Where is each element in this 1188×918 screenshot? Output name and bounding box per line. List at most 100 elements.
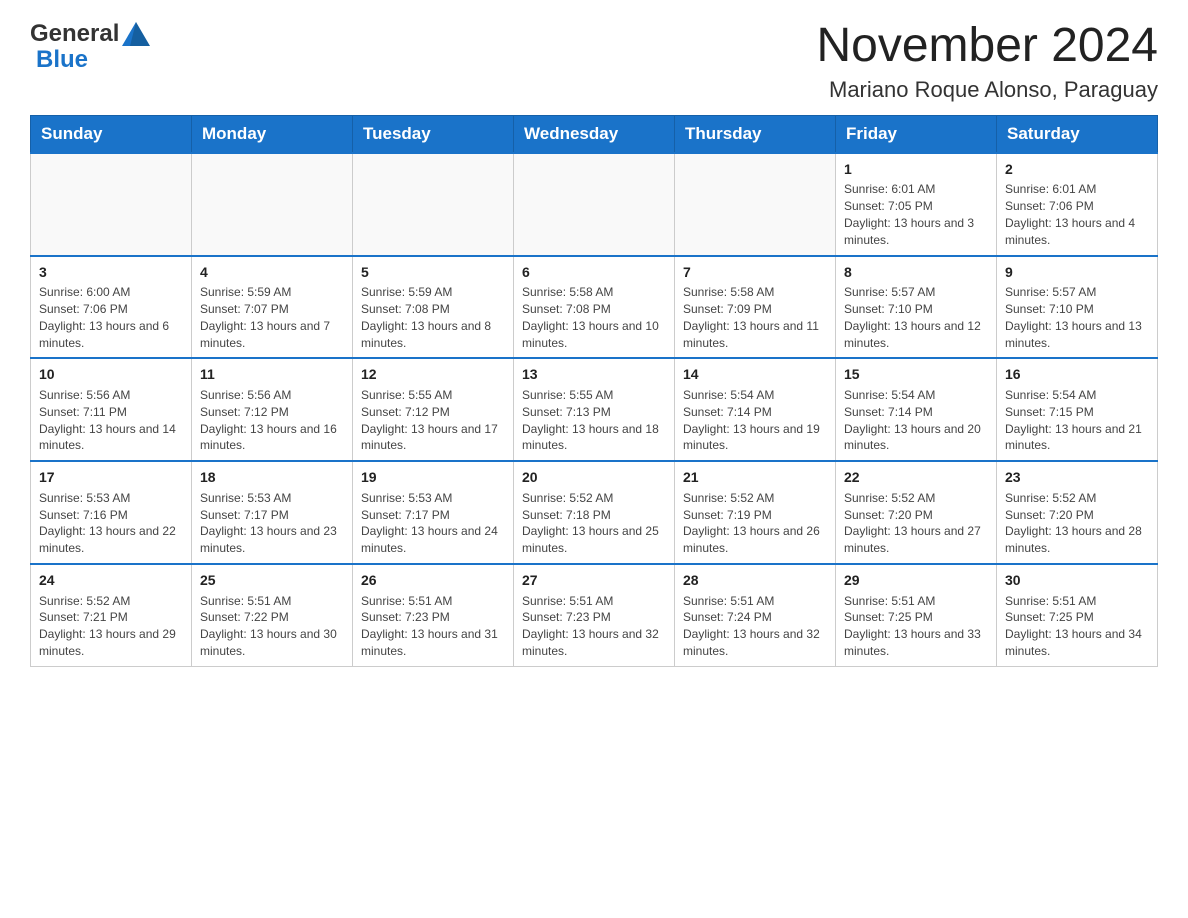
day-number: 9 xyxy=(1005,263,1149,283)
day-header-sunday: Sunday xyxy=(31,115,192,153)
day-number: 1 xyxy=(844,160,988,180)
calendar-cell: 3Sunrise: 6:00 AMSunset: 7:06 PMDaylight… xyxy=(31,256,192,359)
calendar-cell xyxy=(514,153,675,256)
calendar-cell: 13Sunrise: 5:55 AMSunset: 7:13 PMDayligh… xyxy=(514,358,675,461)
calendar-cell: 26Sunrise: 5:51 AMSunset: 7:23 PMDayligh… xyxy=(353,564,514,666)
day-info: Sunrise: 5:56 AMSunset: 7:11 PMDaylight:… xyxy=(39,387,183,454)
day-info: Sunrise: 5:51 AMSunset: 7:22 PMDaylight:… xyxy=(200,593,344,660)
page-header: General Blue November 2024 Mariano Roque… xyxy=(30,20,1158,103)
calendar-cell: 22Sunrise: 5:52 AMSunset: 7:20 PMDayligh… xyxy=(836,461,997,564)
day-number: 11 xyxy=(200,365,344,385)
day-info: Sunrise: 5:53 AMSunset: 7:16 PMDaylight:… xyxy=(39,490,183,557)
logo-general-text: General xyxy=(30,20,119,48)
calendar-cell: 25Sunrise: 5:51 AMSunset: 7:22 PMDayligh… xyxy=(192,564,353,666)
day-info: Sunrise: 5:55 AMSunset: 7:13 PMDaylight:… xyxy=(522,387,666,454)
calendar-cell: 16Sunrise: 5:54 AMSunset: 7:15 PMDayligh… xyxy=(997,358,1158,461)
day-number: 23 xyxy=(1005,468,1149,488)
calendar-cell xyxy=(353,153,514,256)
calendar-cell: 1Sunrise: 6:01 AMSunset: 7:05 PMDaylight… xyxy=(836,153,997,256)
day-number: 3 xyxy=(39,263,183,283)
calendar-cell: 4Sunrise: 5:59 AMSunset: 7:07 PMDaylight… xyxy=(192,256,353,359)
calendar-cell: 11Sunrise: 5:56 AMSunset: 7:12 PMDayligh… xyxy=(192,358,353,461)
day-number: 7 xyxy=(683,263,827,283)
day-header-wednesday: Wednesday xyxy=(514,115,675,153)
day-number: 12 xyxy=(361,365,505,385)
calendar-week-row: 10Sunrise: 5:56 AMSunset: 7:11 PMDayligh… xyxy=(31,358,1158,461)
day-number: 16 xyxy=(1005,365,1149,385)
day-info: Sunrise: 5:54 AMSunset: 7:15 PMDaylight:… xyxy=(1005,387,1149,454)
day-info: Sunrise: 6:01 AMSunset: 7:06 PMDaylight:… xyxy=(1005,181,1149,248)
calendar-header-row: SundayMondayTuesdayWednesdayThursdayFrid… xyxy=(31,115,1158,153)
day-info: Sunrise: 5:59 AMSunset: 7:07 PMDaylight:… xyxy=(200,284,344,351)
day-info: Sunrise: 5:54 AMSunset: 7:14 PMDaylight:… xyxy=(844,387,988,454)
logo: General Blue xyxy=(30,20,150,74)
day-header-tuesday: Tuesday xyxy=(353,115,514,153)
calendar-cell: 30Sunrise: 5:51 AMSunset: 7:25 PMDayligh… xyxy=(997,564,1158,666)
day-info: Sunrise: 5:53 AMSunset: 7:17 PMDaylight:… xyxy=(361,490,505,557)
calendar-cell: 24Sunrise: 5:52 AMSunset: 7:21 PMDayligh… xyxy=(31,564,192,666)
day-info: Sunrise: 5:52 AMSunset: 7:20 PMDaylight:… xyxy=(844,490,988,557)
day-info: Sunrise: 6:00 AMSunset: 7:06 PMDaylight:… xyxy=(39,284,183,351)
day-info: Sunrise: 5:51 AMSunset: 7:23 PMDaylight:… xyxy=(522,593,666,660)
day-header-monday: Monday xyxy=(192,115,353,153)
day-info: Sunrise: 5:57 AMSunset: 7:10 PMDaylight:… xyxy=(844,284,988,351)
day-number: 2 xyxy=(1005,160,1149,180)
calendar-cell: 18Sunrise: 5:53 AMSunset: 7:17 PMDayligh… xyxy=(192,461,353,564)
day-number: 15 xyxy=(844,365,988,385)
calendar-cell: 7Sunrise: 5:58 AMSunset: 7:09 PMDaylight… xyxy=(675,256,836,359)
day-number: 10 xyxy=(39,365,183,385)
day-info: Sunrise: 5:59 AMSunset: 7:08 PMDaylight:… xyxy=(361,284,505,351)
title-block: November 2024 Mariano Roque Alonso, Para… xyxy=(816,20,1158,103)
day-number: 26 xyxy=(361,571,505,591)
day-info: Sunrise: 5:56 AMSunset: 7:12 PMDaylight:… xyxy=(200,387,344,454)
day-info: Sunrise: 5:52 AMSunset: 7:19 PMDaylight:… xyxy=(683,490,827,557)
day-info: Sunrise: 5:55 AMSunset: 7:12 PMDaylight:… xyxy=(361,387,505,454)
calendar-cell: 5Sunrise: 5:59 AMSunset: 7:08 PMDaylight… xyxy=(353,256,514,359)
calendar-cell: 23Sunrise: 5:52 AMSunset: 7:20 PMDayligh… xyxy=(997,461,1158,564)
day-info: Sunrise: 6:01 AMSunset: 7:05 PMDaylight:… xyxy=(844,181,988,248)
day-info: Sunrise: 5:58 AMSunset: 7:09 PMDaylight:… xyxy=(683,284,827,351)
calendar-cell: 2Sunrise: 6:01 AMSunset: 7:06 PMDaylight… xyxy=(997,153,1158,256)
calendar-cell: 17Sunrise: 5:53 AMSunset: 7:16 PMDayligh… xyxy=(31,461,192,564)
calendar-cell: 28Sunrise: 5:51 AMSunset: 7:24 PMDayligh… xyxy=(675,564,836,666)
day-info: Sunrise: 5:54 AMSunset: 7:14 PMDaylight:… xyxy=(683,387,827,454)
logo-blue-text: Blue xyxy=(36,46,88,74)
calendar-cell: 6Sunrise: 5:58 AMSunset: 7:08 PMDaylight… xyxy=(514,256,675,359)
day-number: 29 xyxy=(844,571,988,591)
day-number: 5 xyxy=(361,263,505,283)
calendar-cell: 9Sunrise: 5:57 AMSunset: 7:10 PMDaylight… xyxy=(997,256,1158,359)
day-info: Sunrise: 5:53 AMSunset: 7:17 PMDaylight:… xyxy=(200,490,344,557)
calendar-cell: 15Sunrise: 5:54 AMSunset: 7:14 PMDayligh… xyxy=(836,358,997,461)
day-info: Sunrise: 5:57 AMSunset: 7:10 PMDaylight:… xyxy=(1005,284,1149,351)
day-info: Sunrise: 5:51 AMSunset: 7:23 PMDaylight:… xyxy=(361,593,505,660)
calendar-week-row: 3Sunrise: 6:00 AMSunset: 7:06 PMDaylight… xyxy=(31,256,1158,359)
calendar-cell: 29Sunrise: 5:51 AMSunset: 7:25 PMDayligh… xyxy=(836,564,997,666)
day-number: 14 xyxy=(683,365,827,385)
day-number: 13 xyxy=(522,365,666,385)
day-number: 22 xyxy=(844,468,988,488)
day-header-friday: Friday xyxy=(836,115,997,153)
day-number: 17 xyxy=(39,468,183,488)
day-info: Sunrise: 5:51 AMSunset: 7:25 PMDaylight:… xyxy=(1005,593,1149,660)
day-number: 27 xyxy=(522,571,666,591)
calendar-cell: 10Sunrise: 5:56 AMSunset: 7:11 PMDayligh… xyxy=(31,358,192,461)
calendar-cell: 19Sunrise: 5:53 AMSunset: 7:17 PMDayligh… xyxy=(353,461,514,564)
day-number: 25 xyxy=(200,571,344,591)
calendar-cell xyxy=(675,153,836,256)
calendar-cell: 20Sunrise: 5:52 AMSunset: 7:18 PMDayligh… xyxy=(514,461,675,564)
day-info: Sunrise: 5:52 AMSunset: 7:21 PMDaylight:… xyxy=(39,593,183,660)
calendar-cell xyxy=(31,153,192,256)
calendar-table: SundayMondayTuesdayWednesdayThursdayFrid… xyxy=(30,115,1158,667)
calendar-week-row: 1Sunrise: 6:01 AMSunset: 7:05 PMDaylight… xyxy=(31,153,1158,256)
day-number: 30 xyxy=(1005,571,1149,591)
day-header-saturday: Saturday xyxy=(997,115,1158,153)
location-title: Mariano Roque Alonso, Paraguay xyxy=(816,77,1158,103)
calendar-cell: 27Sunrise: 5:51 AMSunset: 7:23 PMDayligh… xyxy=(514,564,675,666)
month-title: November 2024 xyxy=(816,20,1158,73)
calendar-cell: 8Sunrise: 5:57 AMSunset: 7:10 PMDaylight… xyxy=(836,256,997,359)
day-info: Sunrise: 5:52 AMSunset: 7:18 PMDaylight:… xyxy=(522,490,666,557)
calendar-cell xyxy=(192,153,353,256)
day-info: Sunrise: 5:58 AMSunset: 7:08 PMDaylight:… xyxy=(522,284,666,351)
calendar-week-row: 24Sunrise: 5:52 AMSunset: 7:21 PMDayligh… xyxy=(31,564,1158,666)
day-number: 19 xyxy=(361,468,505,488)
